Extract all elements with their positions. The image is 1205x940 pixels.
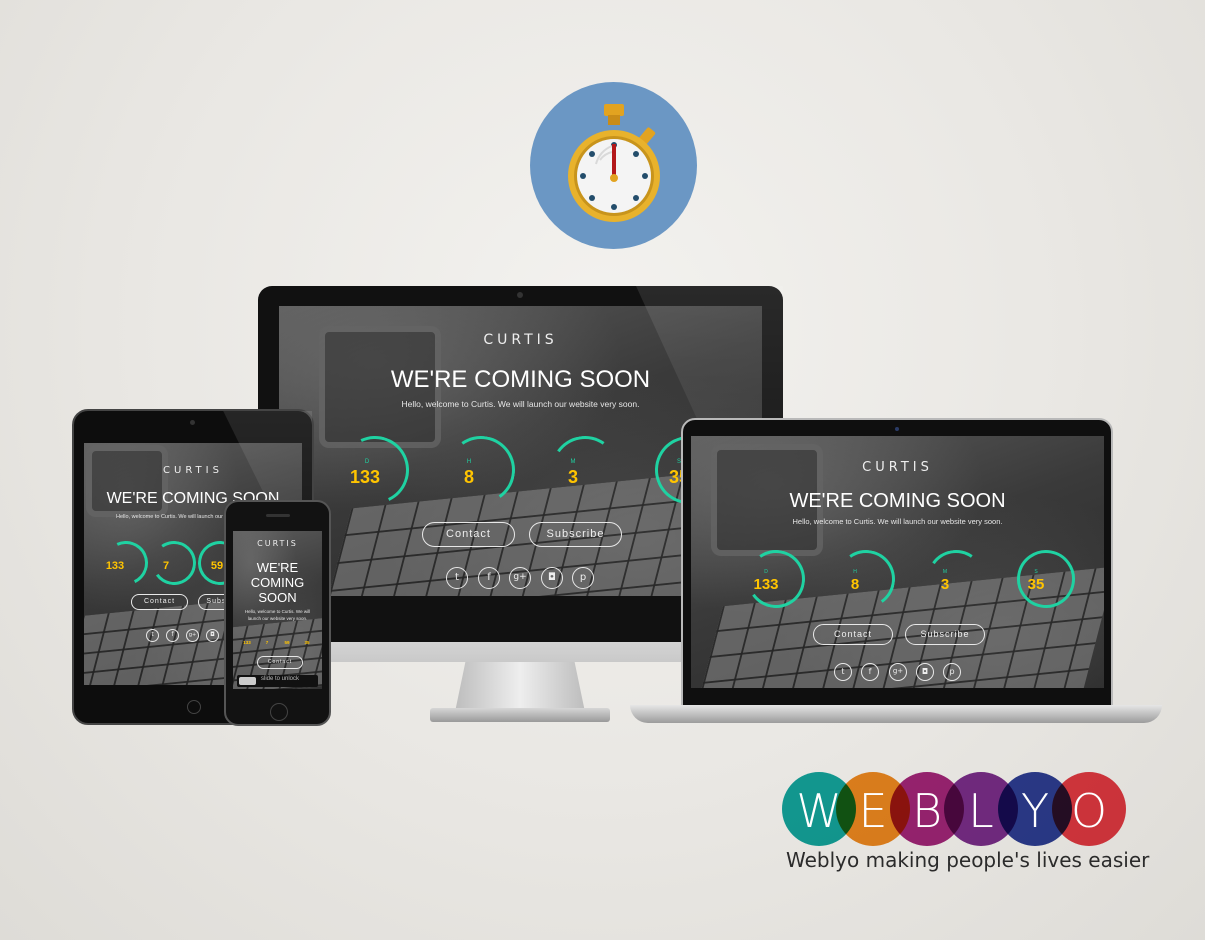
hours-count: 8: [850, 576, 860, 593]
stopwatch-badge: [530, 82, 697, 249]
laptop: CURTIS WE'RE COMING SOON Hello, welcome …: [681, 418, 1113, 708]
minutes-count: 3: [940, 576, 950, 593]
pinterest-icon[interactable]: p: [572, 567, 594, 589]
lock-bar: slide to unlock: [237, 675, 318, 687]
page-headline: WE'RE COMING SOON: [789, 490, 1006, 512]
google-plus-icon[interactable]: g+: [889, 663, 907, 681]
google-plus-icon[interactable]: g+: [186, 629, 199, 642]
minutes-label: M: [942, 569, 948, 575]
facebook-icon[interactable]: f: [166, 629, 179, 642]
minutes-count: 3: [567, 467, 578, 487]
lock-slider-knob[interactable]: [239, 677, 256, 685]
laptop-screen: CURTIS WE'RE COMING SOON Hello, welcome …: [691, 436, 1104, 688]
facebook-icon[interactable]: f: [478, 567, 500, 589]
camera-dot: [190, 420, 195, 425]
subscribe-button[interactable]: Subscribe: [529, 522, 622, 547]
home-button[interactable]: [270, 703, 288, 721]
page-headline-line-3: SOON: [258, 590, 297, 605]
contact-button[interactable]: Contact: [257, 656, 303, 669]
facebook-icon[interactable]: f: [861, 663, 879, 681]
instagram-icon[interactable]: ◘: [206, 629, 219, 642]
twitter-icon[interactable]: t: [146, 629, 159, 642]
twitter-icon[interactable]: t: [834, 663, 852, 681]
google-plus-icon[interactable]: g+: [509, 567, 531, 589]
phone-screen: CURTIS WE'RE COMING SOON Hello, welcome …: [233, 531, 322, 689]
camera-dot: [517, 292, 523, 298]
seconds-count: 35: [304, 640, 310, 645]
laptop-base: [630, 705, 1162, 723]
stopwatch-icon: [568, 104, 660, 222]
home-button[interactable]: [187, 700, 201, 714]
welcome-text-line-2: launch our website very soon.: [247, 616, 308, 621]
page-headline-line-2: COMING: [250, 575, 305, 590]
contact-button[interactable]: Contact: [813, 624, 893, 645]
pinterest-icon[interactable]: p: [943, 663, 961, 681]
lock-slider-text: slide to unlock: [261, 676, 300, 682]
seconds-label: S: [1034, 569, 1038, 575]
hours-label: H: [853, 569, 857, 575]
phone-speaker: [266, 514, 290, 517]
monitor-foot: [430, 708, 610, 722]
page-headline-line-1: WE'RE: [256, 560, 299, 575]
camera-dot: [895, 427, 899, 431]
days-count: 133: [105, 560, 125, 572]
days-count: 133: [349, 467, 381, 487]
subscribe-button[interactable]: Subscribe: [905, 624, 985, 645]
welcome-text-line-1: Hello, welcome to Curtis. We will: [244, 609, 311, 614]
logo-letter-o: O: [1070, 784, 1108, 838]
weblyo-tagline: Weblyo making people's lives easier: [786, 848, 1150, 872]
instagram-icon[interactable]: ◘: [541, 567, 563, 589]
weblyo-logo: W E B L Y O: [782, 772, 1127, 848]
instagram-icon[interactable]: ◘: [916, 663, 934, 681]
monitor-stand: [455, 662, 585, 712]
welcome-text: Hello, welcome to Curtis. We will launch…: [792, 517, 1003, 526]
contact-button[interactable]: Contact: [131, 594, 188, 610]
site-logo: CURTIS: [862, 460, 933, 475]
contact-button[interactable]: Contact: [422, 522, 515, 547]
minutes-label: M: [570, 459, 576, 465]
site-logo: CURTIS: [257, 539, 298, 548]
twitter-icon[interactable]: t: [446, 567, 468, 589]
seconds-count: 35: [1027, 576, 1045, 593]
days-count: 133: [753, 576, 779, 593]
days-label: D: [364, 459, 370, 465]
days-label: D: [764, 569, 768, 575]
hours-count: 7: [162, 560, 170, 572]
hours-count: 8: [463, 467, 474, 487]
smartphone: CURTIS WE'RE COMING SOON Hello, welcome …: [224, 500, 331, 726]
hours-label: H: [466, 459, 472, 465]
